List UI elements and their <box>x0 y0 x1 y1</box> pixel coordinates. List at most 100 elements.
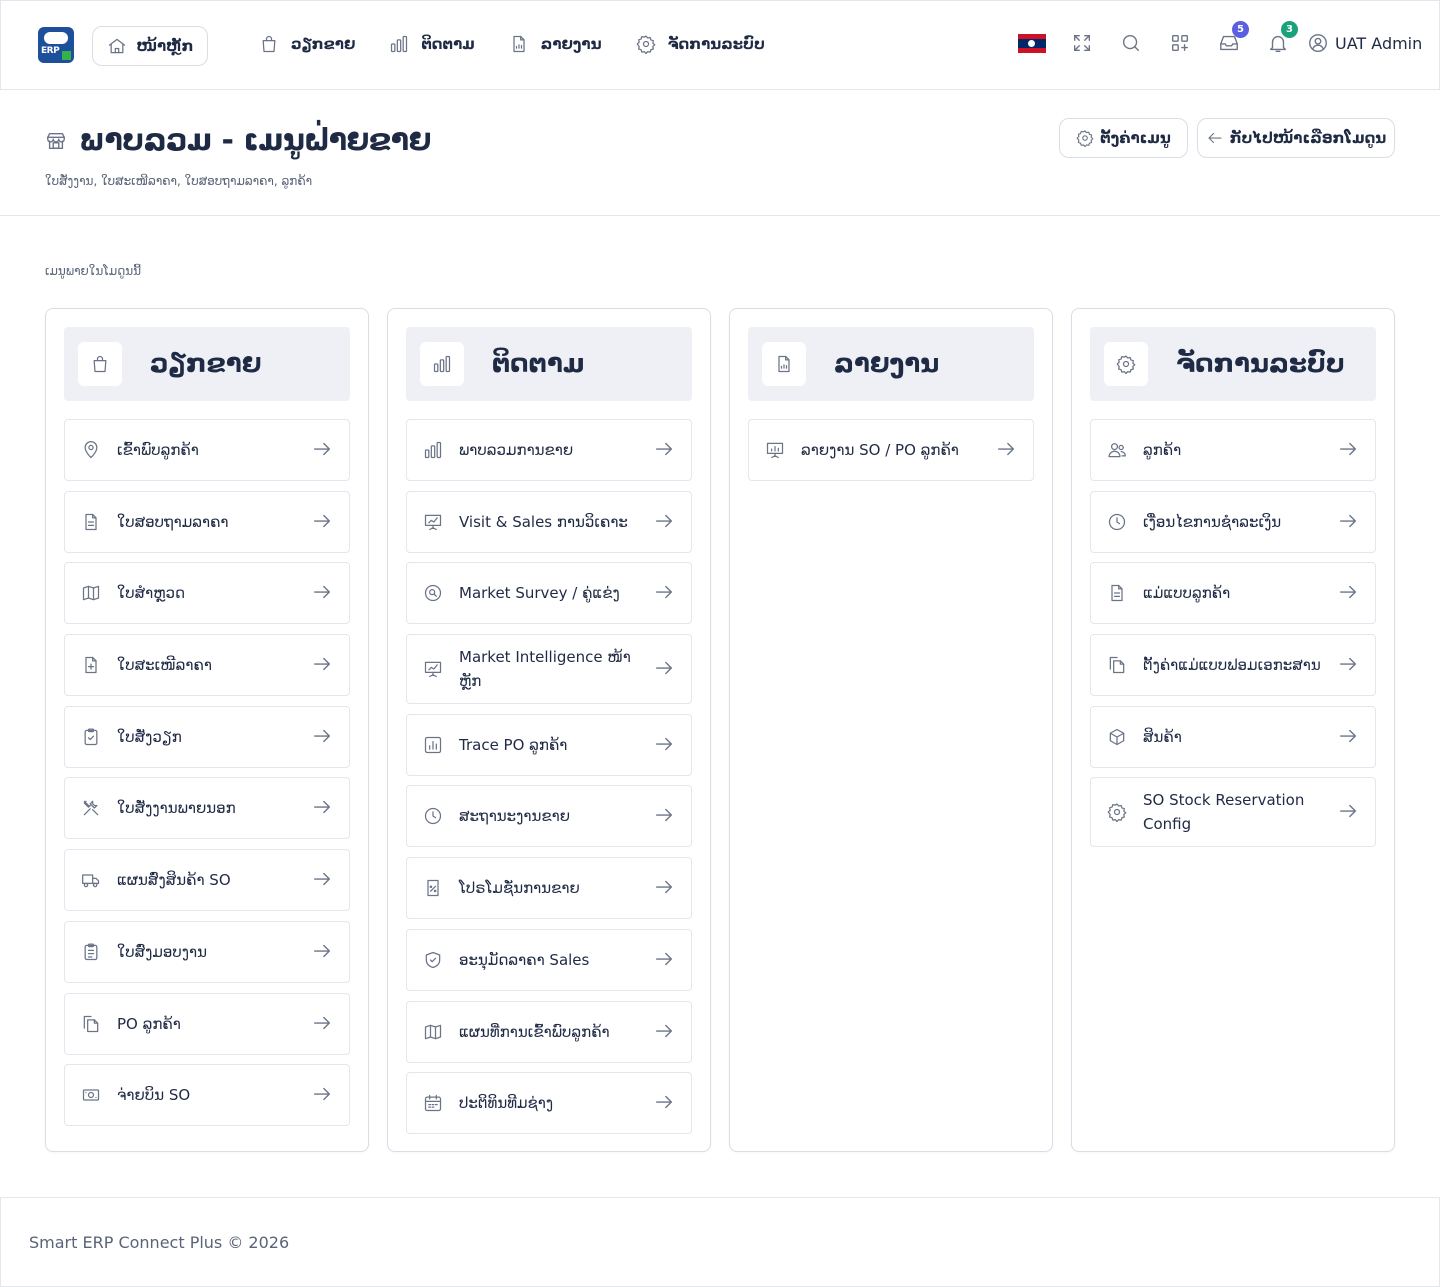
menu-item-visit-map[interactable]: ແຜນທີ່ການເຂົ້າພົບລູກຄ້າ <box>406 1000 692 1063</box>
nav-system[interactable]: ຈັດການລະບົບ <box>636 34 765 54</box>
arrow-right-icon <box>313 657 331 671</box>
arrow-right-icon <box>655 661 673 675</box>
arrow-right-icon <box>1339 514 1357 527</box>
menu-item-quotation[interactable]: ໃບສະເໜີລາຄາ <box>64 634 350 697</box>
menu-item-customers[interactable]: ລູກຄ້າ <box>1090 419 1376 481</box>
store-icon <box>47 132 65 149</box>
menu-item-market-survey[interactable]: Market Survey / ຄູ່ແຂ່ງ <box>406 562 692 625</box>
menu-item-so-po-report[interactable]: ລາຍງານ SO / PO ລູກຄ້າ <box>748 419 1034 481</box>
menu-item-customer-template[interactable]: ແມ່ແບບລູກຄ້າ <box>1090 562 1376 625</box>
language-flag-button[interactable] <box>1018 33 1046 53</box>
menu-item-label: ແຜນສົ່ງສິນຄ້າ SO <box>117 871 231 890</box>
menu-item-label: ຈ່າຍບິນ SO <box>117 1086 191 1105</box>
truck-icon <box>82 874 100 888</box>
arrow-right-icon <box>1339 442 1357 456</box>
notifications-count-badge: 3 <box>1281 21 1298 38</box>
nav-label: ຕິດຕາມ <box>421 35 475 53</box>
nav-label: ວຽກຂາຍ <box>291 35 356 53</box>
nav-label: ຈັດການລະບົບ <box>667 35 765 53</box>
page-title: ພາບລວມ - ເມນູຝ່າຍຂາຍ <box>79 123 431 158</box>
menu-item-sales-status[interactable]: ສະຖານະງານຂາຍ <box>406 785 692 848</box>
menu-item-technician-calendar[interactable]: ປະຕິທິນທີມຊ່າງ <box>406 1072 692 1135</box>
bar-chart-icon <box>391 35 408 53</box>
home-icon <box>108 38 125 54</box>
column-title: ວຽກຂາຍ <box>150 349 262 379</box>
apps-button[interactable] <box>1168 31 1192 55</box>
home-label: ໜ້າຫຼັກ <box>136 37 194 55</box>
menu-item-sales-overview[interactable]: ພາບລວມການຂາຍ <box>406 419 692 481</box>
arrow-right-icon <box>1339 729 1357 742</box>
menu-item-work-order[interactable]: ໃບສັ່ງວຽກ <box>64 705 350 768</box>
menu-item-payment-terms[interactable]: ເງື່ອນໄຂການຊຳລະເງິນ <box>1090 490 1376 553</box>
menu-item-external-work-order[interactable]: ໃບສັ່ງງານພາຍນອກ <box>64 777 350 840</box>
arrow-right-icon <box>313 1088 331 1101</box>
copy-icon <box>83 1015 99 1032</box>
arrow-right-icon <box>1339 586 1357 599</box>
menu-item-label: ໃບສັ່ງວຽກ <box>117 727 182 746</box>
menu-item-products[interactable]: ສິນຄ້າ <box>1090 705 1376 768</box>
box-icon <box>1109 728 1125 745</box>
report-bars-icon <box>424 736 442 753</box>
menu-item-customer-po[interactable]: PO ລູກຄ້າ <box>64 992 350 1055</box>
arrow-right-icon <box>313 586 331 599</box>
nav-sales-work[interactable]: ວຽກຂາຍ <box>259 34 355 54</box>
menu-item-customer-visit[interactable]: ເຂົ້າພົບລູກຄ້າ <box>64 419 350 481</box>
search-button[interactable] <box>1119 31 1143 55</box>
column-icon-box <box>1104 342 1148 386</box>
footer-copyright: Smart ERP Connect Plus © 2026 <box>29 1233 290 1252</box>
fullscreen-button[interactable] <box>1070 31 1094 55</box>
bag-icon <box>93 355 107 373</box>
menu-item-delivery-plan[interactable]: ແຜນສົ່ງສິນຄ້າ SO <box>64 849 350 912</box>
menu-item-market-intelligence[interactable]: Market Intelligence ໜ້າຫຼັກ <box>406 634 692 705</box>
column-icon-box <box>420 342 464 386</box>
notifications-button[interactable]: 3 <box>1266 21 1298 55</box>
menu-item-price-approval[interactable]: ອະນຸມັດລາຄາ Sales <box>406 928 692 991</box>
menu-item-visit-sales-analysis[interactable]: Visit & Sales ການວິເຄາະ <box>406 490 692 553</box>
messages-button[interactable]: 5 <box>1217 21 1249 55</box>
nav-reports[interactable]: ລາຍງານ <box>509 34 602 54</box>
menu-item-so-billing[interactable]: ຈ່າຍບິນ SO <box>64 1064 350 1127</box>
bar-chart-icon <box>433 355 451 373</box>
copy-icon <box>1109 656 1125 674</box>
map-icon <box>82 586 100 601</box>
column-icon-box <box>762 342 806 386</box>
home-button[interactable]: ໜ້າຫຼັກ <box>92 26 208 66</box>
menu-column-system: ຈັດການລະບົບ ລູກຄ້າ ເງື່ອນໄຂການຊຳລະເງິນ ແ… <box>1071 308 1395 1152</box>
arrow-right-icon <box>655 1024 673 1037</box>
menu-item-label: SO Stock Reservation Config <box>1143 791 1305 834</box>
arrow-right-icon <box>997 442 1015 456</box>
menu-item-stock-reservation-config[interactable]: SO Stock Reservation Config <box>1090 777 1376 848</box>
app-logo[interactable]: ERP <box>38 27 74 63</box>
menu-settings-button[interactable]: ຕັ້ງຄ່າເມນູ <box>1059 118 1188 158</box>
user-menu[interactable]: UAT Admin <box>1307 32 1422 54</box>
menu-item-label: ປະຕິທິນທີມຊ່າງ <box>459 1094 554 1113</box>
menu-item-delivery-note[interactable]: ໃບສົ່ງມອບງານ <box>64 920 350 983</box>
arrow-right-icon <box>313 1016 331 1029</box>
menu-item-label: ສິນຄ້າ <box>1143 727 1182 746</box>
arrow-right-icon <box>313 801 331 814</box>
tools-icon <box>83 801 99 816</box>
nav-label: ລາຍງານ <box>540 35 602 53</box>
arrow-right-icon <box>1339 657 1357 671</box>
menu-item-survey[interactable]: ໃບສຳຫຼວດ <box>64 562 350 625</box>
presentation-chart-icon <box>766 442 784 459</box>
column-header: ຈັດການລະບົບ <box>1090 327 1376 401</box>
column-icon-box <box>78 342 122 386</box>
menu-item-price-inquiry[interactable]: ໃບສອບຖາມລາຄາ <box>64 490 350 553</box>
presentation-chart-icon <box>424 514 442 530</box>
back-to-modules-button[interactable]: ກັບໄປໜ້າເລືອກໂມດູນ <box>1197 118 1395 158</box>
menu-item-label: ແມ່ແບບລູກຄ້າ <box>1143 584 1231 603</box>
menu-column-tracking: ຕິດຕາມ ພາບລວມການຂາຍ Visit & Sales ການວິເ… <box>387 308 711 1152</box>
gear-icon <box>1107 803 1127 823</box>
menu-item-document-template-settings[interactable]: ຕັ້ງຄ່າແມ່ແບບຟອມເອກະສານ <box>1090 634 1376 697</box>
search-icon <box>1122 34 1140 52</box>
menu-item-trace-po[interactable]: Trace PO ລູກຄ້າ <box>406 713 692 776</box>
presentation-chart-icon <box>424 661 442 678</box>
menu-item-label: ແຜນທີ່ການເຂົ້າພົບລູກຄ້າ <box>459 1022 610 1041</box>
menu-item-sales-promotion[interactable]: ໂປຣໂມຊັ່ນການຂາຍ <box>406 857 692 920</box>
nav-tracking[interactable]: ຕິດຕາມ <box>389 34 475 54</box>
header-tools: 5 3 UAT Admin <box>1018 21 1422 55</box>
menu-item-label: ລາຍງານ SO / PO ລູກຄ້າ <box>801 441 959 459</box>
arrow-right-icon <box>655 442 673 456</box>
arrow-right-icon <box>655 1096 673 1109</box>
